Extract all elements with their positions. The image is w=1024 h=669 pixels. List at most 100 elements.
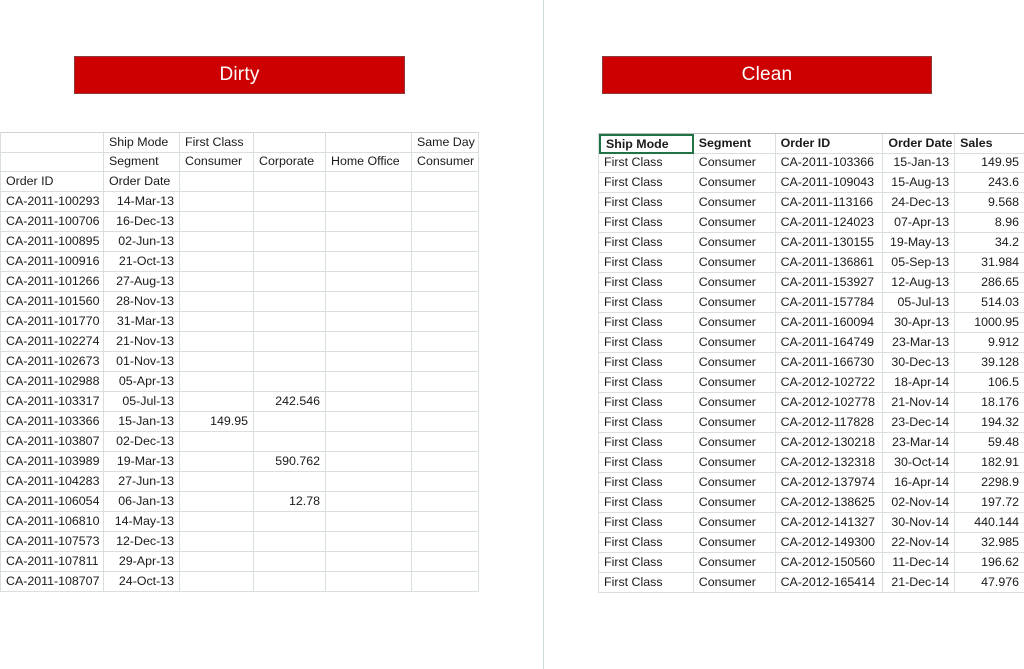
clean-cell[interactable]: 22-Nov-14 bbox=[883, 533, 956, 553]
dirty-cell[interactable] bbox=[180, 332, 254, 352]
dirty-cell[interactable] bbox=[326, 332, 412, 352]
clean-cell[interactable]: CA-2012-102778 bbox=[775, 393, 884, 413]
dirty-header-cell[interactable]: Consumer bbox=[412, 152, 479, 172]
dirty-cell[interactable] bbox=[254, 292, 326, 312]
dirty-header-cell[interactable]: Segment bbox=[104, 152, 180, 172]
clean-cell[interactable]: 1000.95 bbox=[955, 313, 1024, 333]
table-row[interactable]: CA-2011-100895 02-Jun-13 bbox=[0, 232, 479, 252]
table-row[interactable]: First Class Consumer CA-2011-160094 30-Apr-… bbox=[598, 313, 1024, 333]
column-header-order-id[interactable]: Order ID bbox=[775, 134, 884, 154]
table-row[interactable]: CA-2011-101770 31-Mar-13 bbox=[0, 312, 479, 332]
dirty-cell[interactable] bbox=[180, 492, 254, 512]
clean-cell[interactable]: Consumer bbox=[693, 533, 776, 553]
dirty-cell[interactable] bbox=[412, 192, 479, 212]
clean-cell[interactable]: Consumer bbox=[693, 173, 776, 193]
table-row[interactable]: CA-2011-107573 12-Dec-13 bbox=[0, 532, 479, 552]
clean-cell[interactable]: 18.176 bbox=[955, 393, 1024, 413]
column-header-segment[interactable]: Segment bbox=[693, 134, 776, 154]
dirty-header-cell[interactable]: Consumer bbox=[180, 152, 254, 172]
dirty-cell[interactable]: 16-Dec-13 bbox=[104, 212, 180, 232]
table-row[interactable]: CA-2011-102673 01-Nov-13 bbox=[0, 352, 479, 372]
clean-cell[interactable]: 34.2 bbox=[955, 233, 1024, 253]
dirty-cell[interactable]: CA-2011-102988 bbox=[1, 372, 104, 392]
table-row[interactable]: CA-2011-101266 27-Aug-13 bbox=[0, 272, 479, 292]
clean-cell[interactable]: 30-Oct-14 bbox=[883, 453, 956, 473]
clean-cell[interactable]: Consumer bbox=[693, 213, 776, 233]
clean-cell[interactable]: Consumer bbox=[693, 293, 776, 313]
dirty-cell[interactable] bbox=[254, 272, 326, 292]
dirty-cell[interactable]: CA-2011-100293 bbox=[1, 192, 104, 212]
table-row[interactable]: CA-2011-106810 14-May-13 bbox=[0, 512, 479, 532]
dirty-cell[interactable]: 14-Mar-13 bbox=[104, 192, 180, 212]
dirty-cell[interactable] bbox=[254, 352, 326, 372]
dirty-cell[interactable] bbox=[326, 232, 412, 252]
clean-cell[interactable]: 9.912 bbox=[955, 333, 1024, 353]
dirty-cell[interactable] bbox=[326, 312, 412, 332]
table-row[interactable]: CA-2011-100706 16-Dec-13 bbox=[0, 212, 479, 232]
dirty-header-cell[interactable] bbox=[1, 152, 104, 172]
dirty-cell[interactable] bbox=[254, 252, 326, 272]
dirty-cell[interactable] bbox=[326, 452, 412, 472]
clean-cell[interactable]: Consumer bbox=[693, 473, 776, 493]
dirty-cell[interactable]: CA-2011-101560 bbox=[1, 292, 104, 312]
dirty-header-row[interactable]: Ship Mode First Class Same Day bbox=[0, 132, 479, 153]
table-row[interactable]: First Class Consumer CA-2011-136861 05-Sep-… bbox=[598, 253, 1024, 273]
dirty-header-cell[interactable] bbox=[326, 133, 412, 153]
dirty-cell[interactable] bbox=[326, 272, 412, 292]
dirty-cell[interactable] bbox=[180, 192, 254, 212]
dirty-cell[interactable] bbox=[412, 372, 479, 392]
dirty-cell[interactable]: CA-2011-106054 bbox=[1, 492, 104, 512]
dirty-header-cell[interactable] bbox=[326, 172, 412, 192]
clean-cell[interactable]: CA-2012-137974 bbox=[775, 473, 884, 493]
dirty-cell[interactable] bbox=[412, 412, 479, 432]
dirty-cell[interactable]: CA-2011-106810 bbox=[1, 512, 104, 532]
dirty-cell[interactable]: CA-2011-100895 bbox=[1, 232, 104, 252]
clean-cell[interactable]: 9.568 bbox=[955, 193, 1024, 213]
dirty-header-row[interactable]: Order ID Order Date bbox=[0, 172, 479, 192]
dirty-cell[interactable]: 242.546 bbox=[254, 392, 326, 412]
table-row[interactable]: First Class Consumer CA-2011-103366 15-Jan-… bbox=[598, 153, 1024, 173]
clean-cell[interactable]: Consumer bbox=[693, 493, 776, 513]
table-row[interactable]: First Class Consumer CA-2012-150560 11-Dec-… bbox=[598, 553, 1024, 573]
clean-cell[interactable]: 59.48 bbox=[955, 433, 1024, 453]
clean-cell[interactable]: First Class bbox=[599, 553, 694, 573]
dirty-cell[interactable] bbox=[412, 532, 479, 552]
clean-cell[interactable]: 24-Dec-13 bbox=[883, 193, 956, 213]
dirty-cell[interactable] bbox=[326, 352, 412, 372]
dirty-cell[interactable] bbox=[180, 272, 254, 292]
clean-spreadsheet-table[interactable]: Ship Mode Segment Order ID Order Date Sales F… bbox=[598, 133, 1024, 593]
table-row[interactable]: CA-2011-106054 06-Jan-13 12.78 bbox=[0, 492, 479, 512]
dirty-cell[interactable]: 19-Mar-13 bbox=[104, 452, 180, 472]
clean-cell[interactable]: CA-2012-138625 bbox=[775, 493, 884, 513]
dirty-cell[interactable]: 12.78 bbox=[254, 492, 326, 512]
clean-cell[interactable]: 197.72 bbox=[955, 493, 1024, 513]
dirty-header-cell[interactable]: Ship Mode bbox=[104, 133, 180, 153]
clean-cell[interactable]: Consumer bbox=[693, 453, 776, 473]
dirty-cell[interactable] bbox=[254, 372, 326, 392]
dirty-cell[interactable] bbox=[412, 572, 479, 592]
table-row[interactable]: First Class Consumer CA-2011-157784 05-Jul-… bbox=[598, 293, 1024, 313]
dirty-cell[interactable] bbox=[326, 212, 412, 232]
dirty-cell[interactable] bbox=[180, 532, 254, 552]
dirty-cell[interactable]: CA-2011-107573 bbox=[1, 532, 104, 552]
dirty-cell[interactable]: CA-2011-103317 bbox=[1, 392, 104, 412]
clean-cell[interactable]: CA-2012-141327 bbox=[775, 513, 884, 533]
dirty-cell[interactable] bbox=[412, 492, 479, 512]
dirty-cell[interactable] bbox=[180, 312, 254, 332]
clean-cell[interactable]: CA-2011-164749 bbox=[775, 333, 884, 353]
clean-cell[interactable]: Consumer bbox=[693, 273, 776, 293]
dirty-cell[interactable] bbox=[180, 392, 254, 412]
clean-cell[interactable]: First Class bbox=[599, 333, 694, 353]
dirty-cell[interactable]: CA-2011-101266 bbox=[1, 272, 104, 292]
clean-cell[interactable]: 196.62 bbox=[955, 553, 1024, 573]
dirty-cell[interactable] bbox=[326, 392, 412, 412]
dirty-cell[interactable]: 28-Nov-13 bbox=[104, 292, 180, 312]
table-row[interactable]: First Class Consumer CA-2012-165414 21-Dec-… bbox=[598, 573, 1024, 593]
clean-cell[interactable]: Consumer bbox=[693, 413, 776, 433]
dirty-cell[interactable] bbox=[412, 332, 479, 352]
dirty-cell[interactable]: CA-2011-108707 bbox=[1, 572, 104, 592]
clean-cell[interactable]: 16-Apr-14 bbox=[883, 473, 956, 493]
clean-cell[interactable]: CA-2011-157784 bbox=[775, 293, 884, 313]
dirty-cell[interactable] bbox=[180, 232, 254, 252]
table-row[interactable]: CA-2011-100293 14-Mar-13 bbox=[0, 192, 479, 212]
